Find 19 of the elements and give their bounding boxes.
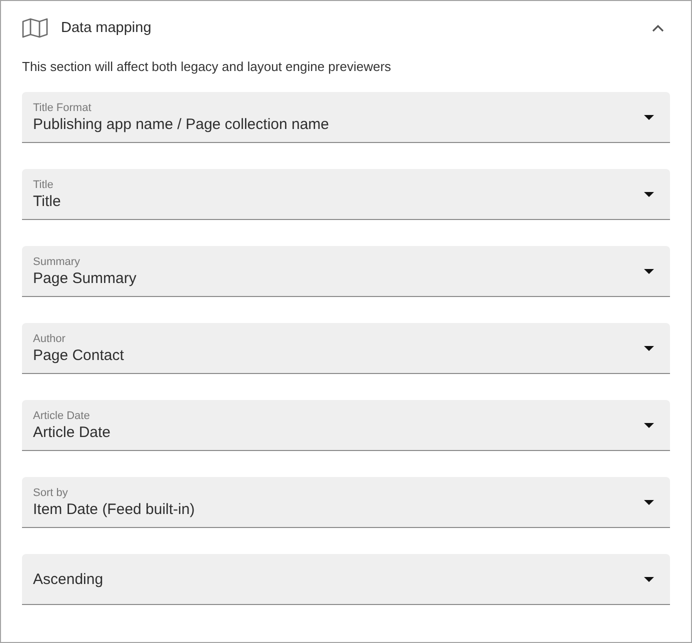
- chevron-icon: [652, 24, 664, 32]
- caret-icon: [644, 422, 654, 428]
- section-description: This section will affect both legacy and layout engine previewers: [22, 58, 392, 76]
- dropdown-field[interactable]: Ascending: [22, 554, 670, 605]
- caret-icon: [644, 576, 654, 582]
- dropdown-field[interactable]: Article Date Article Date: [22, 400, 670, 451]
- caret-icon: [644, 192, 654, 196]
- map-icon: [22, 18, 48, 38]
- caret-icon: [644, 500, 654, 504]
- dropdown-field[interactable]: Title Title: [22, 169, 670, 220]
- dropdown-field[interactable]: Title Format Publishing app name / Page collection name: [22, 92, 670, 143]
- caret-icon: [644, 346, 654, 350]
- dropdown-field[interactable]: Author Page Contact: [22, 323, 670, 374]
- caret-icon: [644, 268, 654, 274]
- collapse-button[interactable]: [652, 24, 664, 32]
- caret-icon: [644, 114, 654, 120]
- dropdown-field[interactable]: Sort by Item Date (Feed built-in): [22, 477, 670, 528]
- dropdown-field[interactable]: Summary Page Summary: [22, 246, 670, 297]
- section-title: Data mapping: [61, 20, 152, 36]
